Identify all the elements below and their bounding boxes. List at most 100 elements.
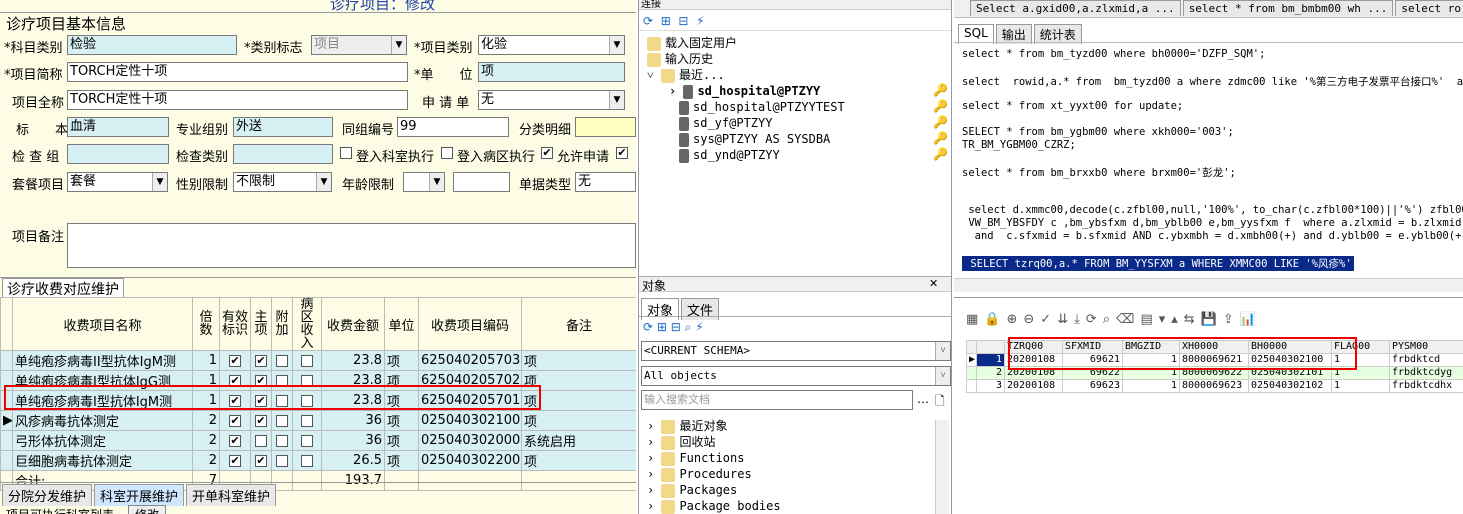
tree-item-package-bodies[interactable]: › Package bodies [647, 498, 781, 514]
conn-item-4[interactable]: sys@PTZYY AS SYSDBA [647, 131, 845, 147]
tab-dept-develop[interactable]: 科室开展维护 [94, 484, 185, 506]
fee-amount[interactable]: 36 [321, 430, 385, 451]
sort-up-icon[interactable]: ▴ [1171, 312, 1184, 327]
fee-note[interactable]: 项 [521, 350, 636, 371]
fee-mult[interactable]: 1 [192, 350, 220, 371]
add-row-icon[interactable]: ⊕ [1006, 312, 1023, 327]
fee-row[interactable]: 单纯疱疹病毒II型抗体IgM测 1 ✔ ✔ 23.8 项 625040205703 项 [0, 350, 636, 371]
valid-checkbox[interactable]: ✔ [219, 430, 251, 451]
expand-icon[interactable]: ⊞ [661, 14, 671, 28]
extra-checkbox-box[interactable] [276, 434, 288, 447]
sql-line-2[interactable]: select rowid,a.* from bm_tyzd00 a where … [962, 74, 1463, 89]
extra-checkbox-box[interactable] [276, 354, 288, 367]
object-search-input[interactable]: 输入搜索文档 [641, 390, 913, 410]
result-cell[interactable]: 025040302102 [1248, 379, 1332, 393]
more-icon[interactable]: … [917, 392, 929, 406]
doc-tab-1[interactable]: Select a.gxid00,a.zlxmid,a ... [970, 0, 1181, 16]
modify-button[interactable]: 修改 [128, 505, 167, 514]
fee-unit[interactable]: 项 [384, 410, 419, 431]
fee-col-unit[interactable]: 单位 [384, 297, 419, 351]
tree-item-recycle-bin[interactable]: › 回收站 [647, 434, 781, 450]
specialty-group-field[interactable]: 外送 [233, 117, 333, 137]
delete-row-icon[interactable]: ⊖ [1023, 312, 1040, 327]
ward-checkbox[interactable] [292, 350, 322, 371]
fee-note[interactable]: 项 [521, 450, 636, 471]
tree-item-procedures[interactable]: › Procedures [647, 466, 781, 482]
last-page-icon[interactable]: ⤓ [1074, 312, 1086, 327]
remark-field[interactable] [67, 223, 636, 268]
result-cell[interactable]: 69623 [1062, 379, 1123, 393]
sql-line-9[interactable]: and c.sfxmid = b.sfxmid AND c.ybxmbh = d… [962, 230, 1463, 242]
tab-branch-dispatch[interactable]: 分院分发维护 [2, 484, 93, 506]
tab-stats[interactable]: 统计表 [1033, 24, 1082, 44]
category-flag-select[interactable]: 项目 ▼ [311, 35, 407, 55]
conn-item-2[interactable]: sd_hospital@PTZYYTEST [647, 99, 845, 115]
chart-icon[interactable]: 📊 [1240, 312, 1262, 327]
valid-checkbox[interactable]: ✔ [219, 450, 251, 471]
save-icon[interactable]: 💾 [1201, 312, 1223, 327]
fee-col-ward[interactable]: 病区收入 [292, 297, 322, 351]
conn-item-5[interactable]: sd_ynd@PTZYY [647, 147, 845, 163]
ward-checkbox[interactable] [292, 450, 322, 471]
ward-checkbox-box[interactable] [301, 434, 313, 447]
fee-name[interactable]: 弓形体抗体测定 [12, 430, 193, 451]
tree-item-input-history[interactable]: 输入历史 [647, 51, 845, 67]
conn-item-3[interactable]: sd_yf@PTZYY [647, 115, 845, 131]
tab-output[interactable]: 输出 [995, 24, 1032, 44]
allow-apply-checkbox[interactable]: ✔ [541, 147, 553, 159]
tree-item-recent[interactable]: ˅ 最近... [647, 67, 845, 83]
ward-checkbox[interactable] [292, 430, 322, 451]
refresh-icon[interactable]: ⟳ [643, 14, 653, 28]
result-cell[interactable]: 20200108 [1004, 379, 1063, 393]
valid-checkbox-box[interactable]: ✔ [229, 434, 241, 447]
link-icon[interactable]: ⇆ [1184, 312, 1201, 327]
sort-down-icon[interactable]: ▾ [1159, 312, 1172, 327]
schema-select[interactable]: <CURRENT SCHEMA> ˅ [641, 341, 951, 361]
doc-tab-3[interactable]: select ro [1395, 0, 1463, 16]
extra-checkbox-box[interactable] [276, 414, 288, 427]
valid-checkbox-box[interactable]: ✔ [229, 414, 241, 427]
subject-field[interactable]: 检验 [67, 35, 237, 55]
fee-code[interactable]: 025040302000 [418, 430, 522, 451]
res-col-pysm00[interactable]: PYSM00 [1389, 340, 1463, 354]
fee-mult[interactable]: 2 [192, 430, 220, 451]
extra-checkbox[interactable] [271, 350, 293, 371]
main-checkbox-box[interactable]: ✔ [255, 414, 267, 427]
fee-unit[interactable]: 项 [384, 350, 419, 371]
fee-row[interactable]: 弓形体抗体测定 2 ✔ 36 项 025040302000 系统启用 [0, 430, 636, 451]
fee-note[interactable]: 项 [521, 410, 636, 431]
lock-icon[interactable]: 🔒 [984, 312, 1006, 327]
fee-note[interactable]: 系统启用 [521, 430, 636, 451]
tree-item-packages[interactable]: › Packages [647, 482, 781, 498]
fee-row[interactable]: 巨细胞病毒抗体测定 2 ✔ ✔ 26.5 项 025040302200 项 [0, 450, 636, 471]
tree-item-functions[interactable]: › Functions [647, 450, 781, 466]
valid-checkbox[interactable]: ✔ [219, 350, 251, 371]
class-detail-field[interactable] [575, 117, 636, 137]
next-page-icon[interactable]: ⇊ [1057, 312, 1074, 327]
ward-checkbox[interactable] [292, 410, 322, 431]
fee-amount[interactable]: 23.8 [321, 350, 385, 371]
result-row-number[interactable]: 3 [976, 379, 1005, 393]
objects-scrollbar[interactable] [935, 420, 949, 514]
document-icon[interactable]: 🗋 [935, 392, 945, 413]
fee-name[interactable]: 风疹病毒抗体测定 [12, 410, 193, 431]
extra-checkbox[interactable] [271, 410, 293, 431]
result-cell[interactable]: frbdktcdyg [1389, 366, 1463, 380]
ward-checkbox-box[interactable] [301, 454, 313, 467]
conn-item-1[interactable]: › sd_hospital@PTZYY [647, 83, 845, 99]
find-icon[interactable]: ⌕ [685, 320, 692, 334]
main-checkbox-box[interactable]: ✔ [255, 354, 267, 367]
main-checkbox-box[interactable] [255, 434, 267, 447]
object-filter-select[interactable]: All objects ˅ [641, 366, 951, 386]
fee-col-extra[interactable]: 附加 [271, 297, 293, 351]
fee-section-tab[interactable]: 诊疗收费对应维护 [2, 278, 124, 299]
fee-mult[interactable]: 2 [192, 450, 220, 471]
fee-col-name[interactable]: 收费项目名称 [12, 297, 193, 351]
sql-line-4[interactable]: SELECT * from bm_ygbm00 where xkh000='00… [962, 126, 1234, 138]
fee-col-code[interactable]: 收费项目编码 [418, 297, 522, 351]
single-record-icon[interactable]: ▤ [1140, 312, 1158, 327]
fee-col-mult[interactable]: 倍数 [192, 297, 220, 351]
fee-col-amount[interactable]: 收费金额 [321, 297, 385, 351]
editor-hscrollbar[interactable] [954, 278, 1463, 292]
result-cell[interactable]: frbdktcd [1389, 353, 1463, 367]
